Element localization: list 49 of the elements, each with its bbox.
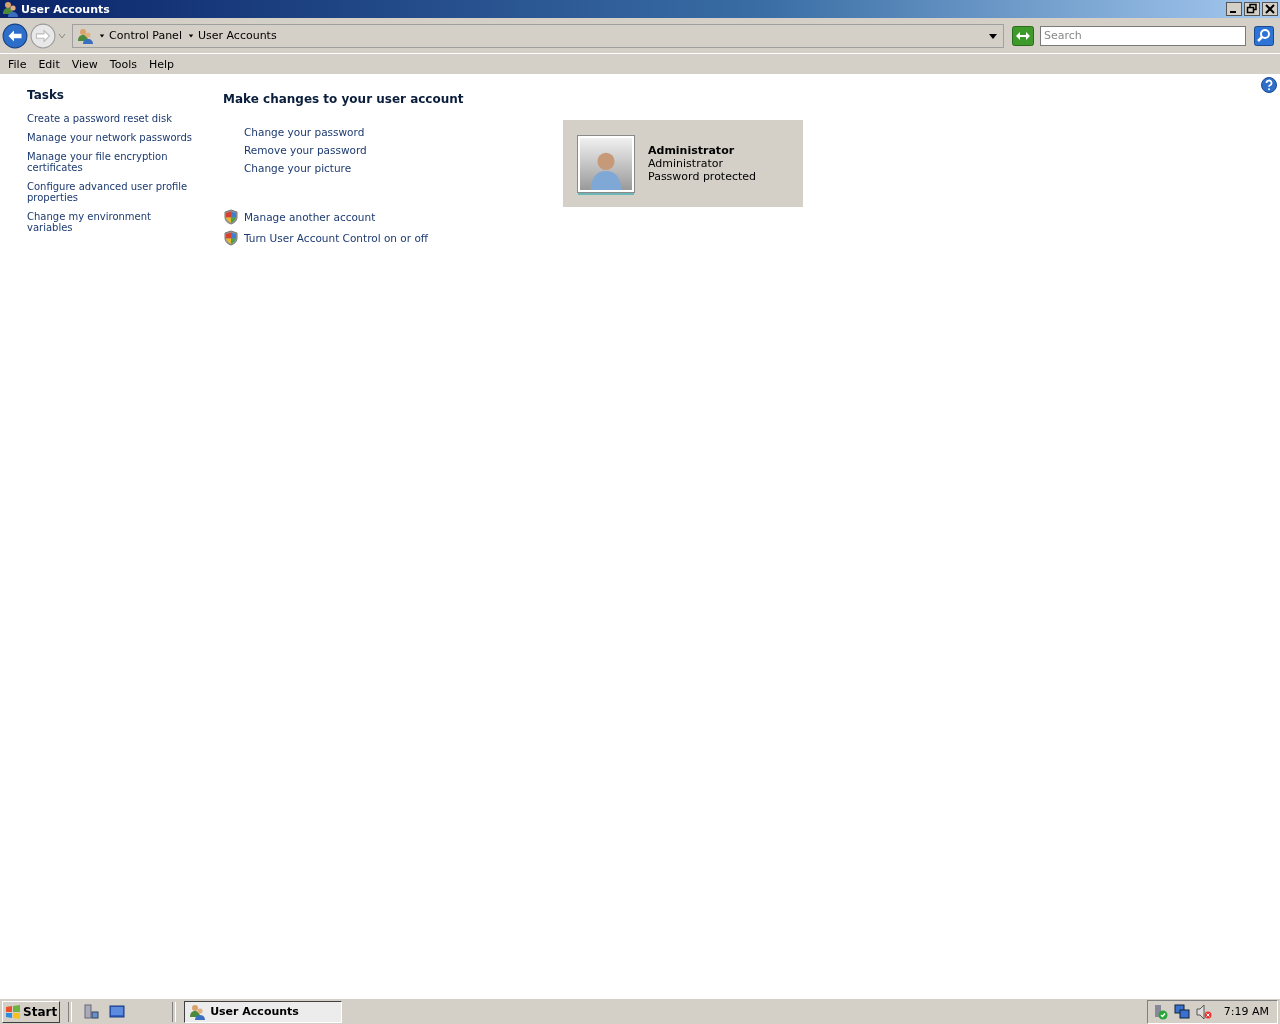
account-status: Password protected	[648, 170, 757, 183]
search-field[interactable]: Search	[1040, 25, 1246, 46]
menu-item[interactable]: Edit	[32, 57, 66, 71]
network-icon[interactable]	[1173, 1003, 1190, 1020]
task-link[interactable]: Change my environment variables	[27, 211, 199, 233]
refresh-button[interactable]	[1012, 25, 1034, 46]
task-link[interactable]: Manage your network passwords	[27, 132, 199, 143]
account-card[interactable]: Administrator Administrator Password protected	[563, 120, 803, 207]
section-heading: Make changes to your user account	[223, 92, 465, 106]
close-button[interactable]	[1262, 2, 1278, 16]
task-link[interactable]: Configure advanced user profile properties	[27, 181, 199, 203]
dropdown-icon[interactable]	[989, 31, 997, 40]
window-title: User Accounts	[21, 2, 110, 16]
users-icon	[189, 1003, 206, 1020]
menu-item[interactable]: File	[2, 57, 33, 71]
account-name: Administrator	[648, 144, 736, 157]
account-type: Administrator	[648, 157, 724, 170]
desktop-icon[interactable]	[109, 1003, 126, 1020]
volume-muted-icon[interactable]	[1195, 1003, 1212, 1020]
minimize-button[interactable]	[1226, 2, 1242, 16]
action-link[interactable]: Manage another account	[244, 211, 376, 223]
shield-icon	[223, 209, 239, 225]
users-icon	[77, 27, 93, 44]
menu-item[interactable]: Tools	[103, 57, 143, 71]
help-icon[interactable]	[1261, 77, 1277, 93]
menu-item[interactable]: Help	[142, 57, 181, 71]
action-link[interactable]: Remove your password	[244, 144, 367, 156]
breadcrumb[interactable]: User Accounts	[197, 29, 277, 42]
start-button[interactable]: Start	[2, 1000, 61, 1023]
search-button[interactable]	[1254, 25, 1274, 46]
back-button[interactable]	[2, 22, 28, 49]
task-link[interactable]: Manage your file encryption certificates	[27, 151, 199, 173]
clock[interactable]: 7:19 AM	[1223, 1005, 1269, 1018]
taskbar-button[interactable]: User Accounts	[184, 1000, 343, 1023]
menu-item[interactable]: View	[65, 57, 104, 71]
restore-button[interactable]	[1244, 2, 1260, 16]
users-icon	[2, 1, 18, 17]
action-link[interactable]: Change your picture	[244, 162, 352, 174]
action-link[interactable]: Turn User Account Control on or off	[244, 232, 429, 244]
windows-logo-icon	[5, 1003, 21, 1020]
server-icon[interactable]	[83, 1003, 100, 1020]
shield-icon	[223, 230, 239, 246]
action-link[interactable]: Change your password	[244, 126, 365, 138]
address-field[interactable]: Control Panel User Accounts	[72, 23, 1004, 48]
breadcrumb[interactable]: Control Panel	[109, 29, 182, 42]
tasks-heading: Tasks	[27, 88, 65, 102]
caret-icon[interactable]	[99, 32, 105, 39]
caret-icon[interactable]	[187, 32, 194, 39]
task-link[interactable]: Create a password reset disk	[27, 113, 199, 124]
